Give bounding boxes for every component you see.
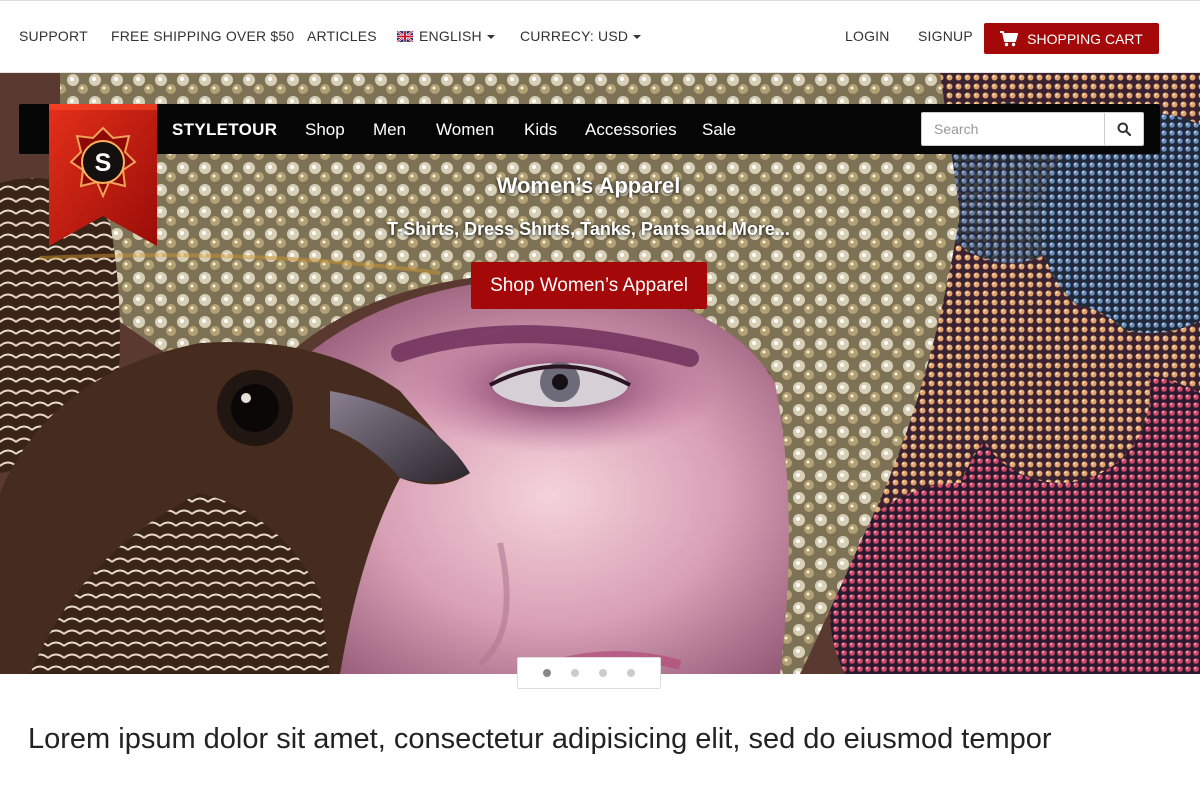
shopping-cart-label: SHOPPING CART <box>1027 30 1143 47</box>
carousel-indicators <box>517 657 661 689</box>
login-link[interactable]: LOGIN <box>845 28 890 44</box>
hero-collage-image <box>0 73 1200 674</box>
free-shipping-link[interactable]: FREE SHIPPING OVER $50 <box>111 28 294 44</box>
search-button[interactable] <box>1104 112 1144 146</box>
top-utility-bar: SUPPORT FREE SHIPPING OVER $50 ARTICLES … <box>0 0 1200 73</box>
carousel-dot[interactable] <box>543 669 551 677</box>
lead-paragraph: Lorem ipsum dolor sit amet, consectetur … <box>28 723 1052 755</box>
carousel-dot[interactable] <box>571 669 579 677</box>
carousel-dot[interactable] <box>627 669 635 677</box>
articles-link[interactable]: ARTICLES <box>307 28 377 44</box>
support-link[interactable]: SUPPORT <box>19 28 88 44</box>
nav-link-shop[interactable]: Shop <box>305 120 345 140</box>
brand-name[interactable]: STYLETOUR <box>172 120 277 140</box>
nav-link-accessories[interactable]: Accessories <box>585 120 677 140</box>
hero-carousel <box>0 73 1200 674</box>
nav-link-sale[interactable]: Sale <box>702 120 736 140</box>
shopping-cart-icon <box>1000 30 1019 46</box>
caret-down-icon <box>633 35 642 40</box>
hero-title: Women’s Apparel <box>496 173 681 198</box>
signup-link[interactable]: SIGNUP <box>918 28 973 44</box>
search-icon <box>1117 122 1131 136</box>
hero-subtitle: T-Shirts, Dress Shirts, Tanks, Pants and… <box>387 219 790 239</box>
uk-flag-icon <box>397 31 413 42</box>
currency-label: CURRECY: USD <box>520 28 629 44</box>
search-input[interactable] <box>921 112 1105 146</box>
language-dropdown[interactable]: ENGLISH <box>397 28 495 44</box>
caret-down-icon <box>486 35 495 40</box>
shopping-cart-button[interactable]: SHOPPING CART <box>984 23 1159 54</box>
shop-womens-apparel-button[interactable]: Shop Women’s Apparel <box>471 262 707 309</box>
nav-link-men[interactable]: Men <box>373 120 406 140</box>
nav-link-kids[interactable]: Kids <box>524 120 557 140</box>
currency-dropdown[interactable]: CURRECY: USD <box>520 28 642 44</box>
main-nav-bar: STYLETOUR Shop Men Women Kids Accessorie… <box>19 104 1160 154</box>
nav-link-women[interactable]: Women <box>436 120 494 140</box>
carousel-dot[interactable] <box>599 669 607 677</box>
language-label: ENGLISH <box>419 28 482 44</box>
